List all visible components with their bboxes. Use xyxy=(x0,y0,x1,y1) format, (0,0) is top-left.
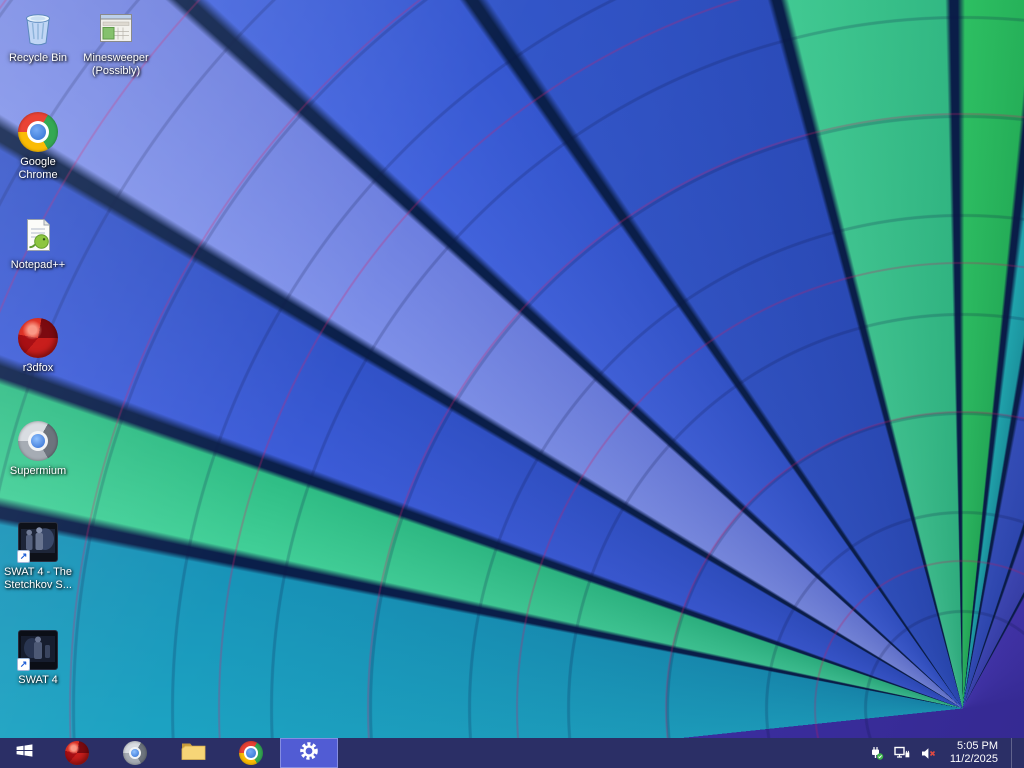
r3dfox-icon xyxy=(18,318,58,358)
r3dfox-icon xyxy=(65,741,89,765)
shortcut-arrow-icon: ↗ xyxy=(17,658,30,671)
google-chrome-icon xyxy=(18,112,58,152)
desktop-icon-notepad-plus-plus[interactable]: Notepad++ xyxy=(0,215,76,272)
file-explorer-icon xyxy=(181,740,206,766)
clock-time: 5:05 PM xyxy=(957,740,998,752)
network-icon[interactable] xyxy=(894,745,911,761)
taskbar-button-supermium[interactable] xyxy=(106,738,164,768)
recycle-bin-icon xyxy=(18,8,58,48)
system-tray: 5:05 PM 11/2/2025 xyxy=(868,738,1024,768)
shortcut-arrow-icon: ↗ xyxy=(17,550,30,563)
desktop-icon-label: Supermium xyxy=(9,465,67,477)
desktop-icon-swat4-stetchkov[interactable]: ↗ SWAT 4 - The Stetchkov S... xyxy=(0,522,76,592)
supermium-icon xyxy=(123,741,147,765)
taskbar-button-settings[interactable] xyxy=(280,738,338,768)
desktop-icon-label: r3dfox xyxy=(22,362,54,374)
notepad-plus-plus-icon xyxy=(18,215,58,255)
desktop-icon-label: SWAT 4 - The Stetchkov S... xyxy=(3,566,73,591)
taskbar: 5:05 PM 11/2/2025 xyxy=(0,738,1024,768)
gear-icon xyxy=(298,740,320,767)
desktop-icon-label: Recycle Bin xyxy=(8,52,68,64)
desktop-icon-supermium[interactable]: Supermium xyxy=(0,421,76,478)
desktop-icon-label: Minesweeper (Possibly) xyxy=(83,52,149,77)
swat4-icon: ↗ xyxy=(17,630,58,671)
taskbar-clock[interactable]: 5:05 PM 11/2/2025 xyxy=(946,740,1002,766)
safely-remove-hardware-icon[interactable] xyxy=(868,745,885,761)
swat4-stetchkov-icon: ↗ xyxy=(17,522,58,563)
taskbar-button-r3dfox[interactable] xyxy=(48,738,106,768)
desktop-icon-google-chrome[interactable]: Google Chrome xyxy=(0,112,76,182)
taskbar-button-google-chrome[interactable] xyxy=(222,738,280,768)
desktop-icon-minesweeper[interactable]: Minesweeper (Possibly) xyxy=(78,8,154,78)
show-desktop-button[interactable] xyxy=(1011,738,1018,768)
desktop-icon-label: Notepad++ xyxy=(10,259,66,271)
desktop-wallpaper[interactable]: Recycle Bin Minesweeper (Possibly) Googl… xyxy=(0,0,1024,738)
desktop-icon-label: Google Chrome xyxy=(18,156,58,181)
minesweeper-icon xyxy=(96,8,136,48)
windows-logo-icon xyxy=(15,741,34,765)
start-button[interactable] xyxy=(0,738,48,768)
volume-muted-icon[interactable] xyxy=(920,745,937,761)
google-chrome-icon xyxy=(239,741,263,765)
desktop-icon-recycle-bin[interactable]: Recycle Bin xyxy=(0,8,76,65)
desktop-icon-swat4[interactable]: ↗ SWAT 4 xyxy=(0,630,76,687)
desktop-icon-label: SWAT 4 xyxy=(18,674,58,686)
supermium-icon xyxy=(18,421,58,461)
taskbar-button-file-explorer[interactable] xyxy=(164,738,222,768)
clock-date: 11/2/2025 xyxy=(949,753,998,765)
desktop-icon-r3dfox[interactable]: r3dfox xyxy=(0,318,76,375)
